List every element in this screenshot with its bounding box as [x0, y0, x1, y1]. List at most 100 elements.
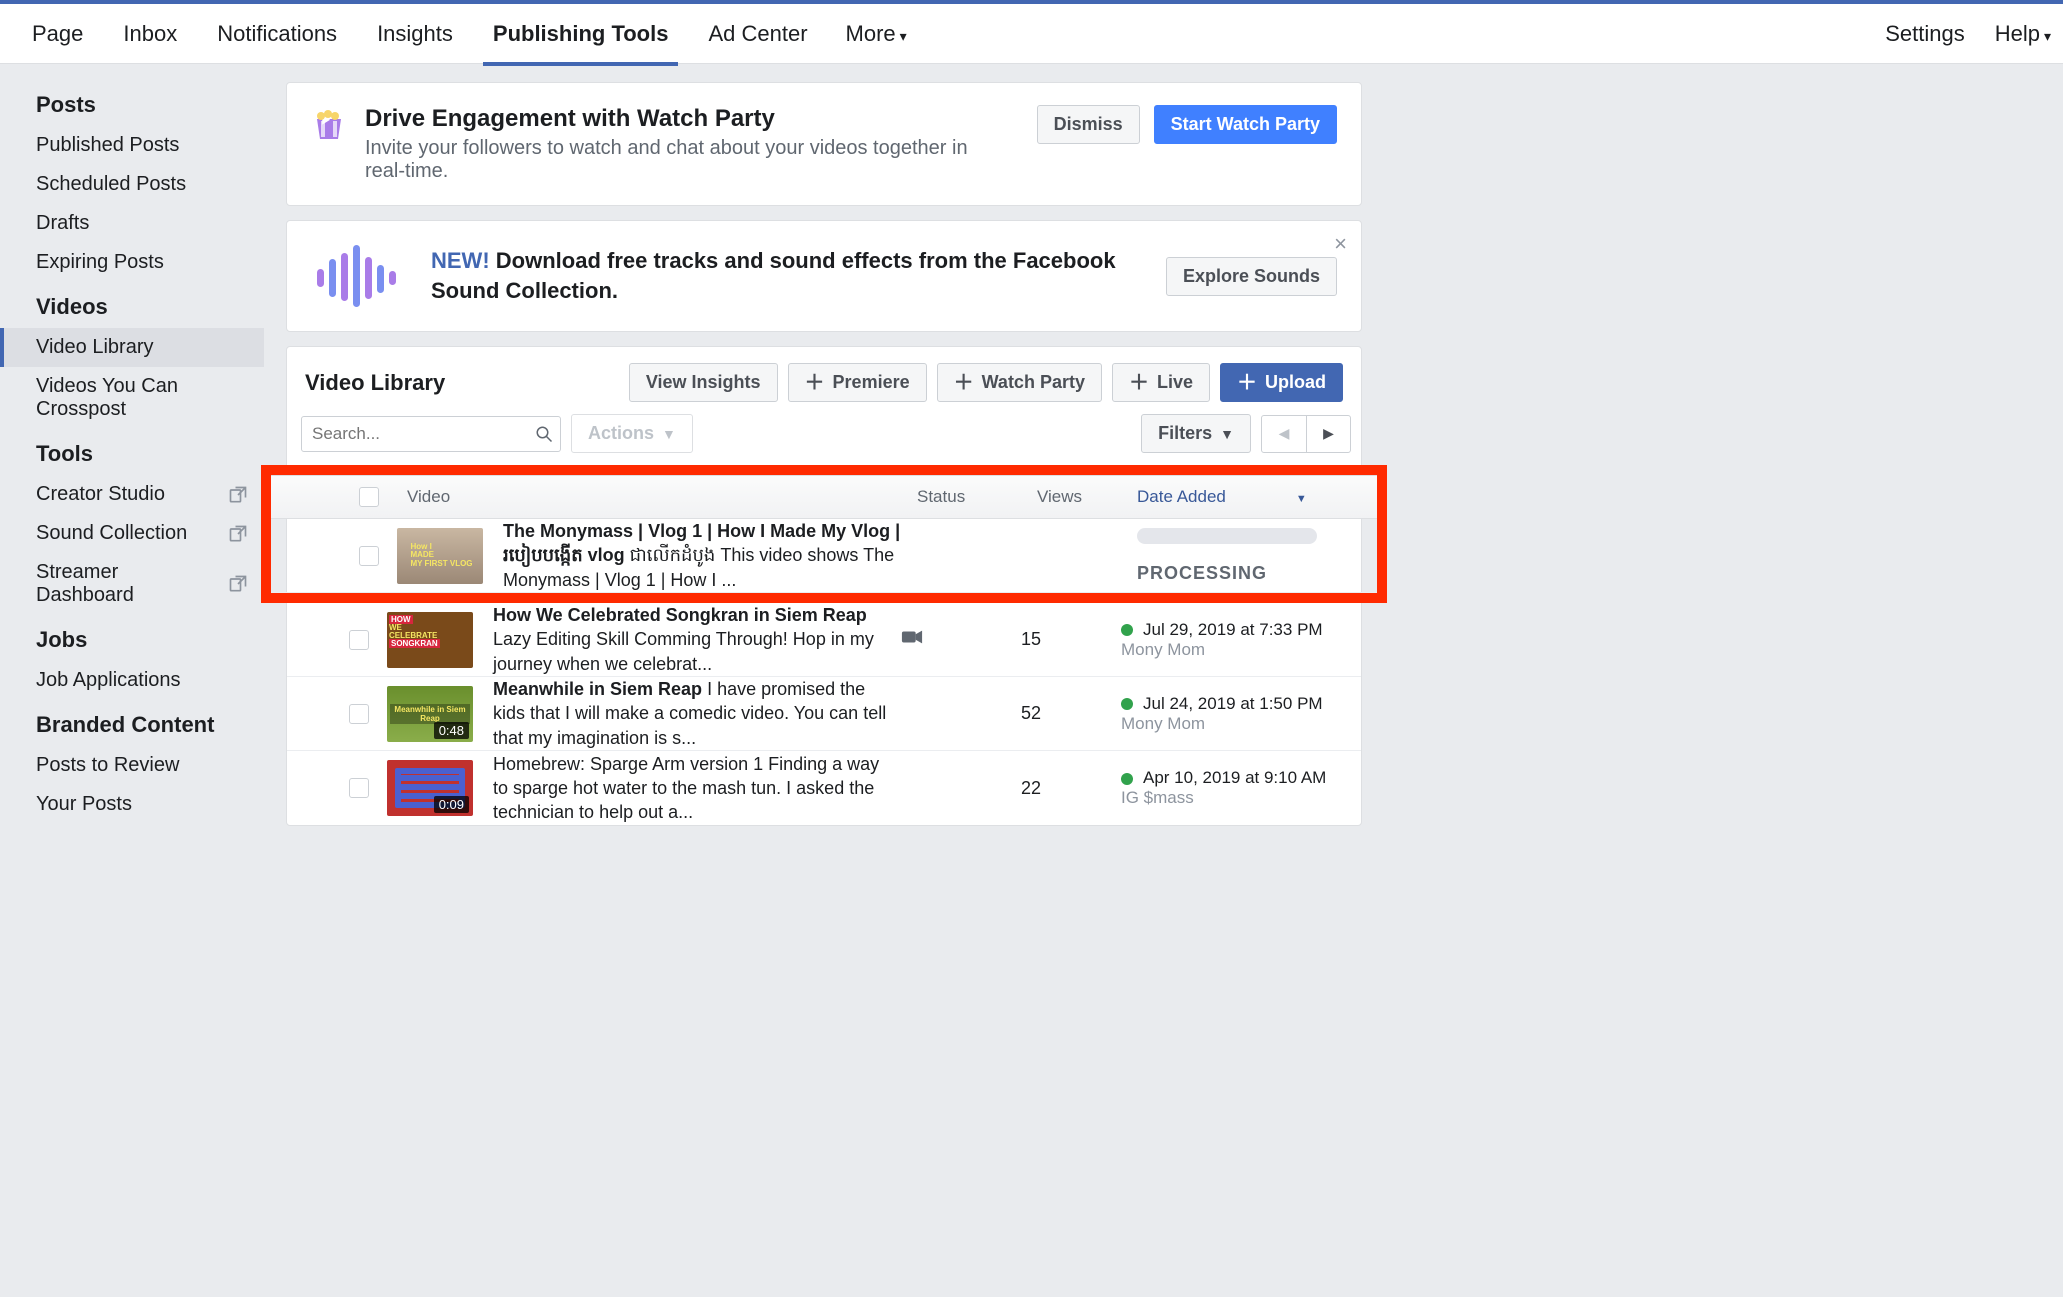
tab-insights[interactable]: Insights [357, 3, 473, 65]
upload-button[interactable]: ＋Upload [1220, 363, 1343, 402]
sidebar-item-drafts[interactable]: Drafts [0, 204, 264, 243]
author-text: IG $mass [1121, 788, 1361, 808]
col-status[interactable]: Status [917, 487, 1037, 507]
highlight-box: Video Status Views Date Added▼ How IMADE… [261, 465, 1387, 603]
table-header: Video Status Views Date Added▼ [271, 475, 1377, 519]
tab-more[interactable]: More▾ [828, 3, 925, 65]
actions-dropdown[interactable]: Actions ▼ [571, 414, 693, 453]
video-title: How We Celebrated Songkran in Siem Reap [493, 605, 867, 625]
sidebar-item-video-library[interactable]: Video Library [0, 328, 264, 367]
sidebar-item-label: Streamer Dashboard [36, 561, 220, 607]
caret-down-icon: ▾ [900, 28, 907, 44]
table-row[interactable]: How IMADEMY FIRST VLOG The Monymass | Vl… [271, 519, 1377, 593]
col-video[interactable]: Video [397, 487, 917, 507]
sidebar-item-scheduled-posts[interactable]: Scheduled Posts [0, 165, 264, 204]
video-thumbnail[interactable]: How IMADEMY FIRST VLOG [397, 528, 483, 584]
caret-down-icon: ▾ [2044, 28, 2051, 44]
top-nav: Page Inbox Notifications Insights Publis… [0, 0, 2063, 64]
tab-notifications[interactable]: Notifications [197, 3, 357, 65]
sidebar-item-published-posts[interactable]: Published Posts [0, 126, 264, 165]
status-dot-icon [1121, 698, 1133, 710]
live-button[interactable]: ＋Live [1112, 363, 1210, 402]
row-checkbox[interactable] [359, 546, 379, 566]
sound-banner-text: NEW! Download free tracks and sound effe… [431, 246, 1136, 305]
row-checkbox[interactable] [349, 704, 369, 724]
table-row[interactable]: Meanwhile in Siem Reap0:48 Meanwhile in … [287, 677, 1361, 751]
col-views[interactable]: Views [1037, 487, 1137, 507]
progress-pill [1137, 528, 1317, 544]
filters-dropdown[interactable]: Filters ▼ [1141, 414, 1251, 453]
external-link-icon [228, 485, 248, 505]
status-dot-icon [1121, 773, 1133, 785]
sidebar-item-expiring-posts[interactable]: Expiring Posts [0, 243, 264, 282]
author-text: Mony Mom [1121, 640, 1361, 660]
video-library-title: Video Library [305, 370, 617, 396]
duration-badge: 0:48 [434, 722, 469, 739]
video-thumbnail[interactable]: 0:09 [387, 760, 473, 816]
content-area: Drive Engagement with Watch Party Invite… [264, 64, 1384, 880]
author-text: Mony Mom [1121, 714, 1361, 734]
col-date-added[interactable]: Date Added▼ [1137, 487, 1377, 507]
sidebar-item-sound-collection[interactable]: Sound Collection [0, 514, 264, 553]
sound-wave-icon [311, 241, 401, 311]
processing-label: PROCESSING [1137, 563, 1377, 584]
search-input[interactable] [301, 416, 561, 452]
camera-icon [901, 628, 923, 646]
video-library-card: Video Library View Insights ＋Premiere ＋W… [286, 346, 1362, 826]
views-cell: 22 [1021, 778, 1121, 799]
live-label: Live [1157, 372, 1193, 393]
sound-collection-banner: × NEW! Download free tracks and sound ef… [286, 220, 1362, 332]
sidebar-item-label: Creator Studio [36, 483, 165, 506]
tab-inbox[interactable]: Inbox [103, 3, 197, 65]
date-cell: PROCESSING [1137, 528, 1377, 584]
video-desc: Homebrew: Sparge Arm version 1 Finding a… [493, 754, 879, 823]
sidebar: Posts Published Posts Scheduled Posts Dr… [0, 64, 264, 864]
help-label: Help [1995, 21, 2040, 46]
views-cell: 52 [1021, 703, 1121, 724]
table-row[interactable]: HOWWECELEBRATESONGKRAN How We Celebrated… [287, 603, 1361, 677]
dismiss-button[interactable]: Dismiss [1037, 105, 1140, 144]
sidebar-item-posts-to-review[interactable]: Posts to Review [0, 746, 264, 785]
tab-publishing-tools[interactable]: Publishing Tools [473, 3, 689, 65]
table-row[interactable]: 0:09 Homebrew: Sparge Arm version 1 Find… [287, 751, 1361, 825]
view-insights-button[interactable]: View Insights [629, 363, 778, 402]
video-cell: Homebrew: Sparge Arm version 1 Finding a… [483, 752, 901, 825]
row-checkbox[interactable] [349, 630, 369, 650]
row-checkbox[interactable] [349, 778, 369, 798]
new-badge: NEW! [431, 248, 490, 273]
video-thumbnail[interactable]: Meanwhile in Siem Reap0:48 [387, 686, 473, 742]
sidebar-item-videos-crosspost[interactable]: Videos You Can Crosspost [0, 367, 264, 429]
video-cell: How We Celebrated Songkran in Siem Reap … [483, 603, 901, 676]
views-cell: 15 [1021, 629, 1121, 650]
sidebar-item-job-applications[interactable]: Job Applications [0, 661, 264, 700]
help-link[interactable]: Help▾ [1995, 21, 2051, 47]
watch-party-button[interactable]: ＋Watch Party [937, 363, 1102, 402]
video-thumbnail[interactable]: HOWWECELEBRATESONGKRAN [387, 612, 473, 668]
premiere-button[interactable]: ＋Premiere [788, 363, 927, 402]
page-next-button[interactable]: ▶ [1306, 416, 1350, 452]
date-text: Jul 29, 2019 at 7:33 PM [1143, 620, 1323, 639]
chevron-right-icon: ▶ [1323, 425, 1334, 442]
close-icon[interactable]: × [1334, 231, 1347, 257]
plus-icon: ＋ [954, 373, 974, 393]
sidebar-group-jobs: Jobs [0, 615, 264, 661]
settings-link[interactable]: Settings [1885, 21, 1965, 47]
status-cell [901, 628, 1021, 651]
sidebar-item-your-posts[interactable]: Your Posts [0, 785, 264, 824]
watch-party-subtitle: Invite your followers to watch and chat … [365, 137, 985, 183]
filters-label: Filters [1158, 423, 1212, 444]
page-prev-button[interactable]: ◀ [1262, 416, 1306, 452]
tab-ad-center[interactable]: Ad Center [688, 3, 827, 65]
external-link-icon [228, 524, 248, 544]
sidebar-group-tools: Tools [0, 429, 264, 475]
date-text: Apr 10, 2019 at 9:10 AM [1143, 768, 1326, 787]
explore-sounds-button[interactable]: Explore Sounds [1166, 257, 1337, 296]
search-icon [535, 425, 553, 443]
col-date-label: Date Added [1137, 487, 1226, 506]
sidebar-item-creator-studio[interactable]: Creator Studio [0, 475, 264, 514]
sidebar-item-streamer-dashboard[interactable]: Streamer Dashboard [0, 553, 264, 615]
tab-page[interactable]: Page [12, 3, 103, 65]
start-watch-party-button[interactable]: Start Watch Party [1154, 105, 1337, 144]
video-cell: The Monymass | Vlog 1 | How I Made My Vl… [493, 519, 917, 592]
select-all-checkbox[interactable] [359, 487, 379, 507]
